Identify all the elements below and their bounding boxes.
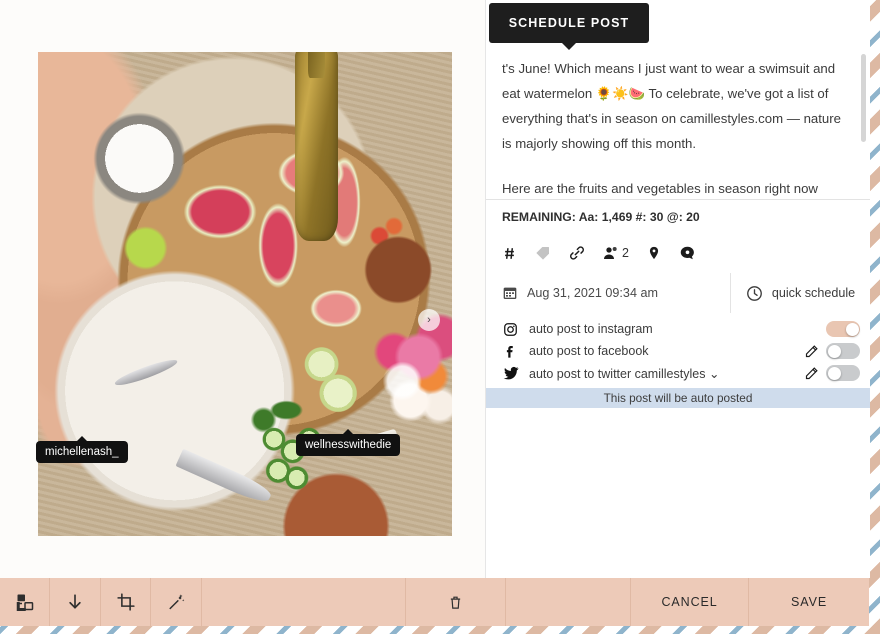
download-icon [66,593,84,611]
caption-text[interactable]: t's June! Which means I just want to wea… [486,46,870,198]
auto-post-label: auto post to twitter camillestyles ⌄ [529,366,720,381]
post-image-content [38,52,452,536]
auto-post-list: auto post to instagram auto post to face… [486,313,870,386]
schedule-datetime-field[interactable]: Aug 31, 2021 09:34 am [486,273,731,313]
auto-post-toggle-twitter[interactable] [826,365,860,381]
comment-icon[interactable] [679,245,696,262]
app-root: › michellenash_ wellnesswithedie SCHEDUL… [0,0,880,634]
edit-pencil-icon-facebook[interactable] [804,344,819,359]
auto-post-row-twitter: auto post to twitter camillestyles ⌄ [486,362,870,384]
post-image[interactable]: › [38,52,452,536]
auto-post-toggle-facebook[interactable] [826,343,860,359]
enhance-button[interactable] [151,578,202,626]
magic-wand-icon [167,593,185,611]
caption-paragraph: Here are the fruits and vegetables in se… [502,181,818,196]
user-tag[interactable]: wellnesswithedie [296,429,401,456]
next-media-button[interactable]: › [418,309,440,331]
schedule-datetime-value: Aug 31, 2021 09:34 am [527,286,658,300]
clock-icon [746,285,763,302]
people-tag-icon[interactable]: 2 [603,245,629,261]
remaining-text: REMAINING: Aa: 1,469 #: 30 @: 20 [502,209,700,224]
location-icon[interactable] [647,245,661,261]
calendar-icon [502,285,518,301]
action-toolbar: CANCEL SAVE [0,578,869,626]
link-icon[interactable] [569,245,585,261]
auto-post-label: auto post to instagram [529,322,653,336]
media-preview-panel: › michellenash_ wellnesswithedie [0,0,485,578]
caption-scrollbar[interactable] [861,54,866,142]
schedule-post-tooltip: SCHEDULE POST [489,3,649,50]
auto-post-label: auto post to facebook [529,344,649,358]
toolbar-spacer-left [202,578,406,626]
panel-empty-space [486,408,870,578]
caption-editor[interactable]: t's June! Which means I just want to wea… [486,46,870,198]
remaining-counter: REMAINING: Aa: 1,469 #: 30 @: 20 [486,199,870,234]
duplicate-button[interactable] [0,578,51,626]
auto-post-toggle-instagram[interactable] [826,321,860,337]
auto-post-row-instagram: auto post to instagram [486,318,870,340]
toolbar-spacer-right [506,578,631,626]
people-tag-count: 2 [622,246,629,260]
edit-pencil-icon-twitter[interactable] [804,366,819,381]
download-button[interactable] [50,578,101,626]
crop-button[interactable] [101,578,152,626]
caption-tools: 2 [486,233,870,274]
tag-icon[interactable] [535,245,551,261]
quick-schedule-button[interactable]: quick schedule [731,273,870,313]
trash-icon [448,594,463,611]
save-button[interactable]: SAVE [749,578,869,626]
hashtag-icon[interactable] [502,246,517,261]
twitter-account-caret[interactable]: ⌄ [709,367,719,381]
cancel-button[interactable]: CANCEL [631,578,750,626]
schedule-panel: SCHEDULE POST t's June! Which means I ju… [485,0,870,578]
caption-paragraph: t's June! Which means I just want to wea… [502,61,841,151]
quick-schedule-label: quick schedule [771,286,856,300]
oil-bottle-decor [294,52,339,241]
scheduler-modal: › michellenash_ wellnesswithedie SCHEDUL… [0,0,870,626]
auto-post-notice: This post will be auto posted [486,388,870,408]
instagram-icon [502,322,519,337]
duplicate-icon [16,593,34,611]
auto-post-row-facebook: auto post to facebook [486,340,870,362]
delete-button[interactable] [406,578,506,626]
twitter-icon [502,365,519,381]
schedule-row: Aug 31, 2021 09:34 am quick schedule [486,273,870,314]
user-tag[interactable]: michellenash_ [36,436,128,463]
facebook-icon [502,344,519,359]
crop-icon [116,593,135,611]
